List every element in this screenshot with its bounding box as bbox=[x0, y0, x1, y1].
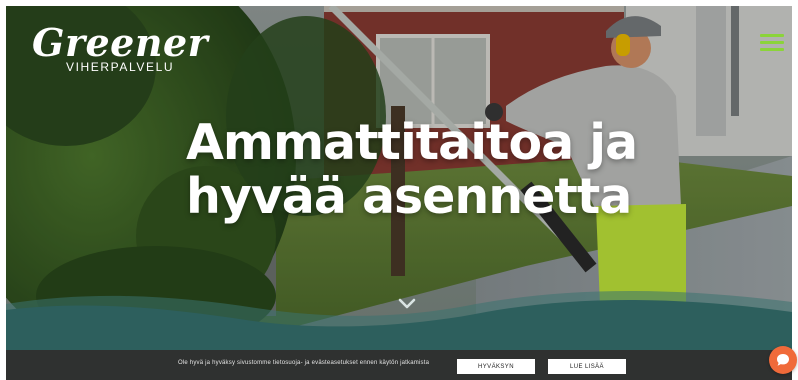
cookie-banner: Ole hyvä ja hyväksy sivustomme tietosuoj… bbox=[6, 350, 792, 380]
headline-line-2: hyvää asennetta bbox=[186, 168, 632, 225]
accept-cookies-button[interactable]: HYVÄKSYN bbox=[457, 359, 535, 374]
hamburger-icon[interactable] bbox=[760, 34, 786, 54]
logo-wordmark: Greener bbox=[32, 20, 209, 65]
hero-section: Greener VIHERPALVELU Ammattitaitoa ja hy… bbox=[6, 6, 792, 350]
page: Greener VIHERPALVELU Ammattitaitoa ja hy… bbox=[0, 0, 798, 380]
menu-bar bbox=[760, 41, 784, 44]
brand-logo[interactable]: Greener VIHERPALVELU bbox=[32, 20, 209, 75]
cookie-banner-text: Ole hyvä ja hyväksy sivustomme tietosuoj… bbox=[178, 360, 430, 366]
read-more-button[interactable]: LUE LISÄÄ bbox=[548, 359, 626, 374]
chat-bubble-icon bbox=[777, 354, 789, 366]
hero-wave-divider bbox=[6, 290, 792, 350]
chevron-down-icon[interactable] bbox=[397, 296, 417, 312]
headline-line-1: Ammattitaitoa ja bbox=[186, 114, 638, 171]
menu-bar bbox=[760, 34, 784, 37]
menu-bar bbox=[760, 48, 784, 51]
chat-widget-button[interactable] bbox=[769, 346, 797, 374]
hero-headline: Ammattitaitoa ja hyvää asennetta bbox=[186, 116, 666, 224]
